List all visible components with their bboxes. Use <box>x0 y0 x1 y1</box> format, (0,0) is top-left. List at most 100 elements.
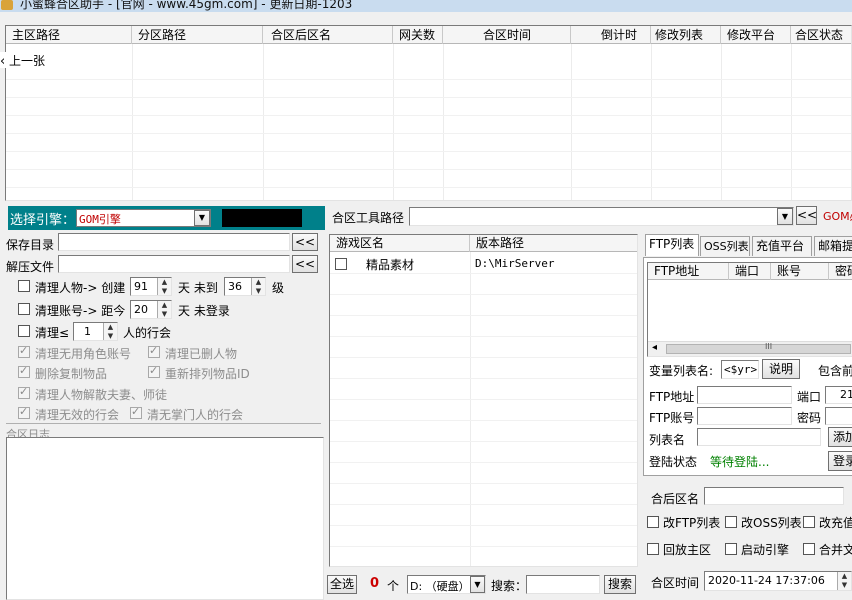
merge-tool-label: 合区工具路径 <box>332 211 405 225</box>
engine-dropdown-button[interactable]: ▼ <box>194 210 210 226</box>
delete-duplicates-checkbox[interactable] <box>18 364 30 378</box>
scroll-left-icon[interactable]: ◂ <box>652 342 657 353</box>
search-button[interactable]: 搜索 <box>604 575 636 594</box>
merge-log-textarea[interactable] <box>6 437 324 600</box>
clean-guilds-count-input[interactable]: 1 ▲ ▼ <box>73 322 118 341</box>
modify-ftp-list-checkbox[interactable] <box>647 516 659 528</box>
unzip-file-input[interactable] <box>58 255 290 273</box>
col-merge-time[interactable]: 合区时间 <box>443 26 571 44</box>
col-password[interactable]: 密码 <box>829 263 852 280</box>
port-input[interactable]: 21 <box>825 386 852 404</box>
var-list-label: 变量列表名: <box>649 364 714 378</box>
clean-accounts-days-input[interactable]: 20 ▲ ▼ <box>130 300 172 319</box>
engine-status-box <box>222 209 302 227</box>
save-dir-input[interactable] <box>58 233 290 251</box>
clean-invalid-guilds-checkbox[interactable] <box>18 405 30 419</box>
accounts-spin-buttons[interactable]: ▲ ▼ <box>157 301 171 318</box>
col-account[interactable]: 账号 <box>771 263 829 280</box>
guilds-spin-buttons[interactable]: ▲ ▼ <box>103 323 117 340</box>
tab-recharge[interactable]: 充值平台 <box>752 236 812 256</box>
clean-chars-days-input[interactable]: 91 ▲ ▼ <box>130 277 172 296</box>
scroll-grip: III <box>765 342 773 351</box>
merge-task-table[interactable]: 主区路径 分区路径 合区后区名 网关数 合区时间 倒计时 修改列表 修改平台 合… <box>5 25 852 201</box>
clean-chars-level-input[interactable]: 36 ▲ ▼ <box>224 277 266 296</box>
list-name-input[interactable] <box>697 428 821 446</box>
prev-page-link[interactable]: ‹ 上一张 <box>0 52 46 69</box>
col-modify-list[interactable]: 修改列表 <box>651 26 721 44</box>
count-unit: 个 <box>387 579 400 593</box>
clean-relations-checkbox[interactable] <box>18 385 30 399</box>
col-countdown[interactable]: 倒计时 <box>571 26 651 44</box>
col-modify-platform[interactable]: 修改平台 <box>721 26 791 44</box>
ftp-list-hscrollbar[interactable]: ◂ III <box>648 341 852 356</box>
ftp-address-input[interactable] <box>697 386 792 404</box>
clean-chars-days-value: 91 <box>134 280 148 293</box>
merge-files-checkbox[interactable] <box>803 543 815 555</box>
clean-deleted-chars-checkbox[interactable] <box>148 344 160 358</box>
ftp-account-label: FTP账号 <box>649 411 695 425</box>
col-ftp-address[interactable]: FTP地址 <box>648 263 729 280</box>
days-spin-buttons[interactable]: ▲ ▼ <box>157 278 171 295</box>
col-game-name[interactable]: 游戏区名 <box>330 235 470 252</box>
playback-main-checkbox[interactable] <box>647 543 659 555</box>
include-prefix-label: 包含前 <box>818 364 852 378</box>
merge-tool-select[interactable]: ▼ <box>409 207 794 226</box>
col-merged-name[interactable]: 合区后区名 <box>263 26 393 44</box>
modify-recharge-checkbox[interactable] <box>803 516 815 528</box>
tab-mailbox[interactable]: 邮箱提 <box>814 236 852 256</box>
ftp-list-table[interactable]: FTP地址 端口 账号 密码 ◂ III <box>647 262 852 357</box>
select-all-button[interactable]: 全选 <box>327 575 357 594</box>
login-button[interactable]: 登录 <box>828 451 852 471</box>
row-select-checkbox[interactable] <box>335 258 347 270</box>
col-version-path[interactable]: 版本路径 <box>470 235 637 252</box>
col-sub-path[interactable]: 分区路径 <box>132 26 263 44</box>
clean-chars-checkbox[interactable] <box>18 280 30 292</box>
tab-ftp-list[interactable]: FTP列表 <box>645 234 699 256</box>
game-server-table[interactable]: 游戏区名 版本路径 精品素材 D:\MirServer <box>329 234 638 567</box>
ftp-list-header: FTP地址 端口 账号 密码 <box>648 263 852 280</box>
save-dir-browse-button[interactable]: << <box>292 233 318 251</box>
clean-guilds-label: 清理≤ <box>35 326 70 340</box>
reorder-item-id-checkbox[interactable] <box>148 364 160 378</box>
merge-tool-dropdown[interactable]: ▼ <box>777 208 793 225</box>
col-merge-status[interactable]: 合区状态 <box>791 26 851 44</box>
var-list-input[interactable]: <$yr> <box>721 360 759 379</box>
add-ftp-button[interactable]: 添加 <box>828 427 852 447</box>
clean-guilds-checkbox[interactable] <box>18 325 30 337</box>
col-port[interactable]: 端口 <box>729 263 771 280</box>
ftp-account-input[interactable] <box>697 407 792 425</box>
explain-button[interactable]: 说明 <box>762 359 800 379</box>
start-engine-checkbox[interactable] <box>725 543 737 555</box>
clean-unused-roles-checkbox[interactable] <box>18 344 30 358</box>
engine-label: 选择引擎： <box>10 213 76 228</box>
merge-time-picker[interactable]: 2020-11-24 17:37:06 ▲ ▼ <box>704 571 852 591</box>
clean-deleted-chars-label: 清理已删人物 <box>165 347 238 361</box>
time-spin-buttons[interactable]: ▲ ▼ <box>837 572 851 590</box>
unzip-file-browse-button[interactable]: << <box>292 255 318 273</box>
clean-accounts-checkbox[interactable] <box>18 303 30 315</box>
playback-main-label: 回放主区 <box>663 543 712 557</box>
selected-count: 0 <box>370 576 380 591</box>
clean-guilds-count-value: 1 <box>84 325 91 338</box>
drive-dropdown-button[interactable]: ▼ <box>470 576 485 593</box>
col-gateway-count[interactable]: 网关数 <box>393 26 443 44</box>
drive-select-value: D: （硬盘） <box>410 580 470 593</box>
clean-leaderless-guilds-checkbox[interactable] <box>130 405 142 419</box>
engine-select[interactable]: GOM引擎 ▼ <box>76 209 211 227</box>
ftp-tabs: FTP列表 OSS列表 充值平台 邮箱提 <box>643 234 852 258</box>
merged-name-input[interactable] <box>704 487 844 505</box>
merge-task-header: 主区路径 分区路径 合区后区名 网关数 合区时间 倒计时 修改列表 修改平台 合… <box>6 26 851 44</box>
scrollbar-thumb[interactable]: III <box>666 342 851 354</box>
table-row[interactable]: 精品素材 D:\MirServer <box>330 255 637 273</box>
modify-oss-list-checkbox[interactable] <box>725 516 737 528</box>
merged-name-label: 合后区名 <box>651 492 700 506</box>
col-main-path[interactable]: 主区路径 <box>6 26 132 44</box>
merge-tool-browse-button[interactable]: << <box>796 206 817 225</box>
drive-select[interactable]: D: （硬盘） ▼ <box>407 575 486 594</box>
tab-oss-list[interactable]: OSS列表 <box>700 236 750 256</box>
clean-invalid-guilds-label: 清理无效的行会 <box>35 408 120 422</box>
search-input[interactable] <box>526 575 600 594</box>
password-input[interactable] <box>825 407 852 425</box>
level-spin-buttons[interactable]: ▲ ▼ <box>251 278 265 295</box>
var-list-value: <$yr> <box>724 363 758 376</box>
